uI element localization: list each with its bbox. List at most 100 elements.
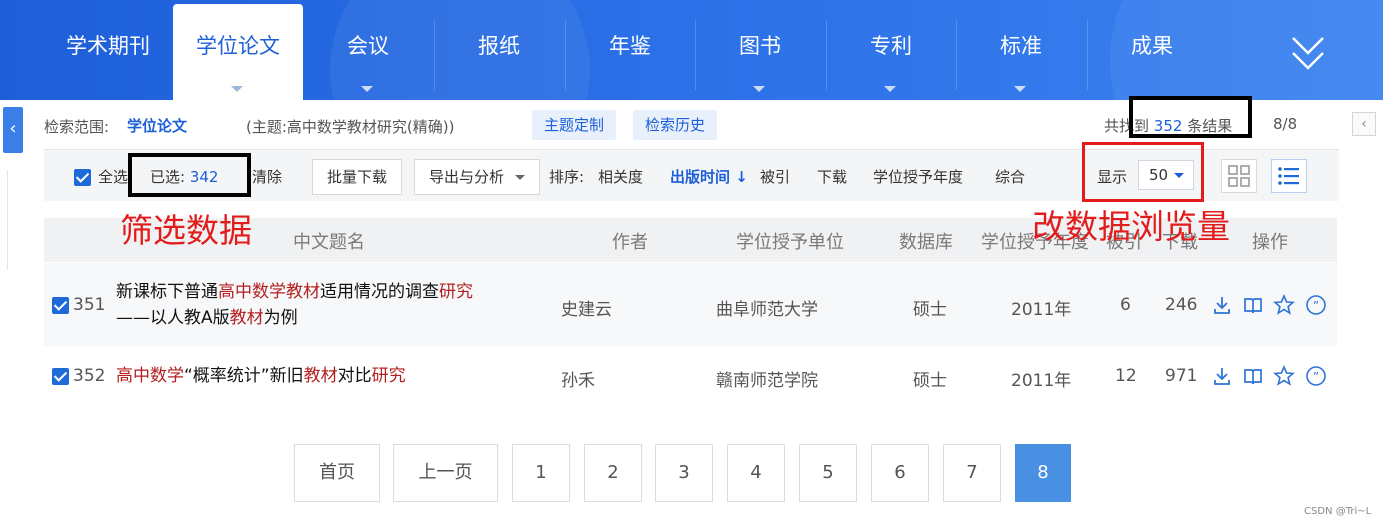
search-history-button[interactable]: 检索历史 — [633, 110, 718, 140]
page-button[interactable]: 3 — [655, 444, 713, 502]
tab-label: 图书 — [739, 34, 781, 58]
tab-yearbooks[interactable]: 年鉴 — [565, 4, 695, 100]
download-icon[interactable] — [1211, 294, 1233, 316]
search-topic: (主题:高中数学教材研究(精确)) — [246, 118, 455, 136]
sort-comprehensive[interactable]: 综合 — [995, 166, 1025, 187]
chevron-down-icon — [884, 86, 896, 92]
table-row: 352 高中数学“概率统计”新旧教材对比研究 孙禾 赣南师范学院 硕士 2011… — [44, 346, 1337, 406]
row-title-line: ——以人教A版教材为例 — [116, 305, 473, 331]
col-title: 中文题名 — [293, 232, 365, 253]
top-nav: 学术期刊 学位论文 会议 报纸 年鉴 图书 专利 标准 成果 — [0, 0, 1383, 100]
quote-icon[interactable]: ” — [1305, 294, 1327, 316]
sort-downloads[interactable]: 下载 — [817, 166, 847, 187]
row-unit[interactable]: 曲阜师范大学 — [716, 295, 818, 320]
tab-patents[interactable]: 专利 — [826, 4, 956, 100]
page-button[interactable]: 5 — [799, 444, 857, 502]
tab-newspapers[interactable]: 报纸 — [434, 4, 564, 100]
chevron-left-icon[interactable]: ‹ — [3, 107, 23, 153]
title-segment: 新课标下普通 — [116, 282, 218, 302]
export-analysis-label: 导出与分析 — [429, 168, 505, 186]
row-title-link[interactable]: 高中数学“概率统计”新旧教材对比研究 — [116, 363, 406, 389]
tab-books[interactable]: 图书 — [695, 4, 825, 100]
scope-value[interactable]: 学位论文 — [127, 115, 187, 136]
tab-label: 标准 — [1000, 34, 1042, 58]
chevron-down-icon — [361, 86, 373, 92]
title-segment: 对比 — [337, 366, 372, 386]
tab-dissertations[interactable]: 学位论文 — [173, 4, 303, 100]
tab-label: 年鉴 — [609, 34, 651, 58]
page-indicator: 8/8 — [1273, 115, 1298, 133]
annotation-box — [128, 153, 251, 197]
row-index: 351 — [73, 295, 106, 315]
title-highlight: 研究 — [371, 366, 406, 386]
title-segment: 适用情况的调查 — [320, 282, 439, 302]
quote-icon[interactable]: ” — [1305, 365, 1327, 387]
col-database: 数据库 — [899, 232, 953, 253]
watermark: CSDN @Tri~L — [1304, 506, 1372, 517]
row-checkbox[interactable] — [52, 297, 69, 314]
row-year: 2011年 — [1011, 371, 1072, 391]
title-segment: 为例 — [263, 308, 298, 328]
page-button[interactable]: 1 — [512, 444, 570, 502]
batch-download-label: 批量下载 — [327, 168, 388, 186]
tab-academic-journals[interactable]: 学术期刊 — [43, 4, 173, 100]
chevron-down-icon — [1014, 86, 1026, 92]
sort-cited[interactable]: 被引 — [760, 166, 790, 187]
annotation-filter-note: 筛选数据 — [120, 211, 252, 250]
select-all-checkbox[interactable] — [74, 169, 91, 186]
tab-label: 专利 — [870, 34, 912, 58]
annotation-box — [1129, 96, 1252, 138]
col-author: 作者 — [612, 232, 648, 253]
clear-button[interactable]: 清除 — [252, 166, 282, 187]
side-divider — [0, 170, 8, 270]
tab-label: 成果 — [1131, 34, 1173, 58]
sort-relevance[interactable]: 相关度 — [598, 166, 643, 187]
col-ops: 操作 — [1252, 232, 1288, 253]
page-button[interactable]: 4 — [727, 444, 785, 502]
batch-download-button[interactable]: 批量下载 — [312, 159, 403, 195]
favorite-star-icon[interactable] — [1273, 365, 1295, 387]
topic-customize-button[interactable]: 主题定制 — [532, 110, 617, 140]
grid-view-icon — [1228, 165, 1250, 187]
page-first-button[interactable]: 首页 — [294, 444, 380, 502]
read-book-icon[interactable] — [1242, 294, 1264, 316]
svg-text:”: ” — [1313, 299, 1319, 313]
tab-standards[interactable]: 标准 — [956, 4, 1086, 100]
chevron-left-icon[interactable]: ‹ — [1352, 112, 1376, 136]
favorite-star-icon[interactable] — [1273, 294, 1295, 316]
sort-degree-year[interactable]: 学位授予年度 — [873, 166, 963, 187]
row-title-link[interactable]: 新课标下普通高中数学教材适用情况的调查研究 ——以人教A版教材为例 — [116, 279, 473, 331]
page-button[interactable]: 6 — [871, 444, 929, 502]
chevron-down-icon — [753, 86, 765, 92]
row-author[interactable]: 孙禾 — [561, 366, 595, 391]
tab-conferences[interactable]: 会议 — [303, 4, 433, 100]
grid-view-button[interactable] — [1221, 159, 1257, 193]
export-analysis-button[interactable]: 导出与分析 — [414, 159, 540, 195]
tab-label: 学位论文 — [196, 34, 280, 58]
page-prev-button[interactable]: 上一页 — [393, 444, 498, 502]
list-view-button[interactable] — [1271, 159, 1307, 193]
title-highlight: 研究 — [439, 282, 473, 302]
row-checkbox[interactable] — [52, 368, 69, 385]
page-button-current[interactable]: 8 — [1015, 444, 1071, 502]
sort-publish-time-label: 出版时间 — [670, 168, 731, 186]
read-book-icon[interactable] — [1242, 365, 1264, 387]
title-highlight: 高中数学 — [116, 366, 184, 386]
list-view-icon — [1278, 167, 1299, 185]
row-author[interactable]: 史建云 — [561, 295, 612, 320]
page-button[interactable]: 2 — [584, 444, 642, 502]
select-all-label[interactable]: 全选 — [98, 166, 128, 187]
annotation-box-red — [1082, 142, 1204, 202]
sort-publish-time[interactable]: 出版时间 ↓ — [670, 166, 748, 187]
download-icon[interactable] — [1211, 365, 1233, 387]
tab-achievements[interactable]: 成果 — [1087, 4, 1217, 100]
table-row: 351 新课标下普通高中数学教材适用情况的调查研究 ——以人教A版教材为例 史建… — [44, 263, 1337, 346]
title-segment: “概率统计”新旧 — [184, 366, 304, 386]
row-database: 硕士 — [913, 300, 947, 320]
page-button[interactable]: 7 — [943, 444, 1001, 502]
caret-down-icon — [514, 175, 525, 180]
row-unit[interactable]: 赣南师范学院 — [716, 366, 818, 391]
double-chevron-down-icon[interactable] — [1290, 34, 1326, 74]
row-index: 352 — [73, 366, 106, 386]
annotation-display-note: 改数据浏览量 — [1032, 207, 1230, 246]
